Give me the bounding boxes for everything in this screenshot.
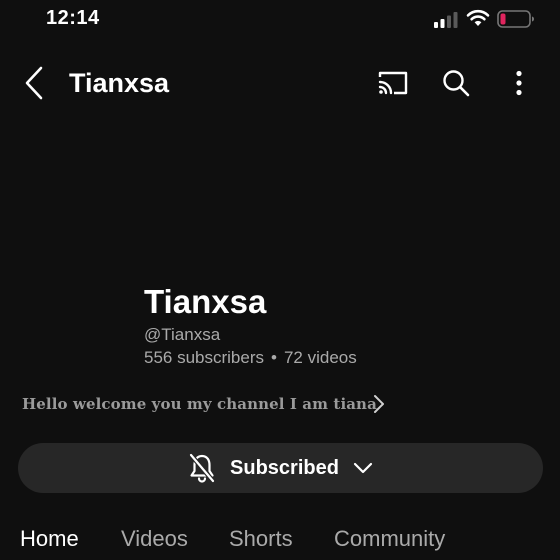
status-bar: 12:14 <box>0 0 560 40</box>
tab-community[interactable]: Community <box>334 526 445 552</box>
channel-handle: @Tianxsa <box>144 325 221 344</box>
stats-separator: • <box>271 348 277 367</box>
channel-description[interactable]: Hello welcome you my channel I am tiana <box>22 392 392 416</box>
back-button[interactable] <box>18 64 50 102</box>
wifi-icon <box>466 9 490 26</box>
tab-videos[interactable]: Videos <box>121 526 188 552</box>
description-text: Hello welcome you my channel I am tiana <box>22 395 377 413</box>
channel-name: Tianxsa <box>144 283 267 320</box>
back-icon <box>25 66 43 100</box>
cast-icon <box>378 71 408 95</box>
cast-button[interactable] <box>374 66 412 100</box>
search-button[interactable] <box>438 65 474 101</box>
top-bar-title: Tianxsa <box>69 68 170 98</box>
search-icon <box>443 70 470 97</box>
notifications-off-icon <box>189 453 215 483</box>
status-time: 12:14 <box>46 7 100 29</box>
chevron-right-icon <box>374 395 384 413</box>
signal-icon <box>434 12 458 28</box>
more-vertical-icon <box>516 70 522 96</box>
battery-icon <box>497 10 534 28</box>
tab-shorts[interactable]: Shorts <box>229 526 293 552</box>
subscribed-button[interactable]: Subscribed <box>18 443 543 493</box>
channel-tabs: Home Videos Shorts Community <box>0 522 560 560</box>
subscribed-label: Subscribed <box>230 456 339 479</box>
subscriber-count: 556 subscribers <box>144 348 265 367</box>
top-app-bar: Tianxsa <box>0 56 560 110</box>
video-count: 72 videos <box>283 348 357 367</box>
chevron-down-icon <box>353 462 373 474</box>
channel-stats: 556 subscribers • 72 videos <box>144 347 357 369</box>
more-options-button[interactable] <box>504 65 534 101</box>
channel-info: Tianxsa @Tianxsa 556 subscribers • 72 vide… <box>144 282 357 369</box>
tab-home[interactable]: Home <box>20 526 79 552</box>
